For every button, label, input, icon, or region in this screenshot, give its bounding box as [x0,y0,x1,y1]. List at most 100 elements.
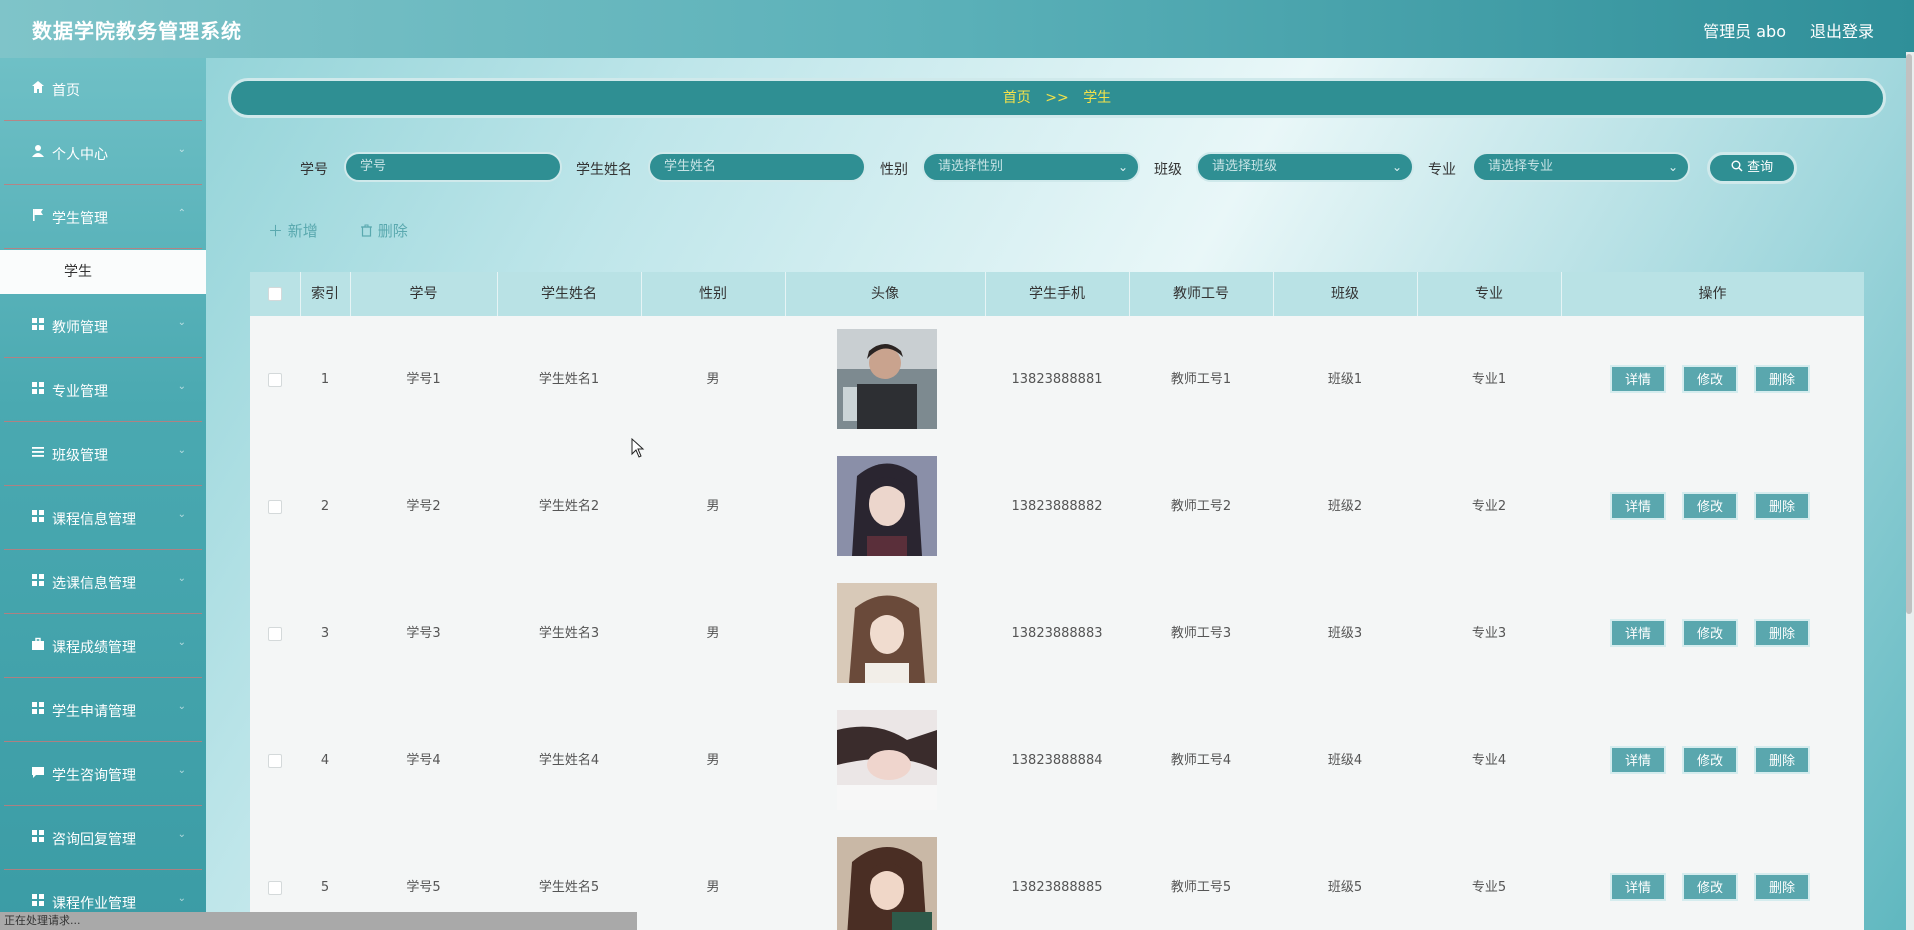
top-bar: 数据学院教务管理系统 管理员 abo 退出登录 [0,0,1914,58]
row-checkbox[interactable] [268,373,282,387]
avatar[interactable] [837,329,937,429]
detail-button[interactable]: 详情 [1610,492,1666,520]
cell-student-no: 学号1 [406,372,441,387]
batch-delete-label: 删除 [377,222,408,240]
table-row: 3 学号3 学生姓名3 男 13823888883 教师工号3 班级3 专业3 … [250,570,1864,697]
delete-button[interactable]: 删除 [1754,873,1810,901]
header-select-all-cell [250,272,301,316]
sidebar-item-student-application-management[interactable]: 学生申请管理 ⌄ [4,679,202,742]
sidebar-item-label: 选课信息管理 [52,576,136,592]
cell-class: 班级5 [1327,880,1363,895]
logout-link[interactable]: 退出登录 [1810,18,1874,42]
row-checkbox[interactable] [268,500,282,514]
admin-label: 管理员 abo [1703,22,1786,41]
select-all-checkbox[interactable] [268,287,282,301]
search-icon [1731,160,1747,175]
sidebar-item-major-management[interactable]: 专业管理 ⌄ [4,359,202,422]
row-checkbox[interactable] [268,627,282,641]
sidebar-item-label: 教师管理 [52,320,108,336]
chevron-down-icon: ⌄ [177,701,186,712]
batch-delete-button[interactable]: 删除 [360,220,408,241]
header-gender: 性别 [641,272,786,316]
sidebar-item-personal-center[interactable]: 个人中心 ⌄ [4,122,202,185]
student-no-input[interactable]: 学号 [344,152,562,182]
briefcase-icon [30,637,46,653]
major-select-value: 请选择专业 [1488,159,1554,174]
sidebar-item-course-selection-management[interactable]: 选课信息管理 ⌄ [4,551,202,614]
class-select-value: 请选择班级 [1212,159,1278,174]
cell-student-name: 学生姓名3 [538,626,600,641]
chevron-down-icon: ⌄ [1667,160,1678,174]
chevron-down-icon: ⌄ [177,893,186,904]
cell-phone: 13823888881 [1011,372,1103,387]
major-select[interactable]: 请选择专业 ⌄ [1472,152,1690,182]
student-name-input[interactable]: 学生姓名 [648,152,866,182]
cell-index: 1 [320,372,330,387]
cell-index: 3 [320,626,330,641]
scrollbar-thumb[interactable] [1906,54,1912,614]
app-title: 数据学院教务管理系统 [32,19,242,43]
table-row: 2 学号2 学生姓名2 男 13823888882 教师工号2 班级2 专业2 … [250,443,1864,570]
sidebar-item-consultation-reply-management[interactable]: 咨询回复管理 ⌄ [4,807,202,870]
class-label: 班级 [1154,162,1182,178]
sidebar-item-label: 学生申请管理 [52,704,136,720]
sidebar-item-label: 课程成绩管理 [52,640,136,656]
chevron-down-icon: ⌄ [177,637,186,648]
class-select[interactable]: 请选择班级 ⌄ [1196,152,1414,182]
trash-icon [360,222,378,240]
gender-select-value: 请选择性别 [938,159,1004,174]
cell-major: 专业2 [1471,499,1507,514]
edit-button[interactable]: 修改 [1682,746,1738,774]
delete-button[interactable]: 删除 [1754,619,1810,647]
detail-button[interactable]: 详情 [1610,746,1666,774]
query-button[interactable]: 查询 [1707,152,1797,184]
delete-button[interactable]: 删除 [1754,365,1810,393]
header-student-name: 学生姓名 [497,272,642,316]
detail-button[interactable]: 详情 [1610,619,1666,647]
cell-student-no: 学号3 [406,626,441,641]
row-checkbox[interactable] [268,754,282,768]
sidebar-item-label: 咨询回复管理 [52,832,136,848]
edit-button[interactable]: 修改 [1682,873,1738,901]
grid-icon [30,701,46,717]
search-bar: 学号 学号 学生姓名 学生姓名 性别 请选择性别 ⌄ 班级 请选择班级 ⌄ 专业… [206,150,1914,186]
sidebar-item-course-info-management[interactable]: 课程信息管理 ⌄ [4,487,202,550]
cell-index: 2 [320,499,330,514]
header-avatar: 头像 [785,272,986,316]
chevron-down-icon: ⌄ [177,509,186,520]
cell-gender: 男 [706,880,720,895]
sidebar-item-label: 专业管理 [52,384,108,400]
gender-select[interactable]: 请选择性别 ⌄ [922,152,1140,182]
row-checkbox[interactable] [268,881,282,895]
mouse-cursor-icon [631,438,645,458]
cell-gender: 男 [706,372,720,387]
table-row: 1 学号1 学生姓名1 男 13823888881 教师工号1 班级1 专业1 … [250,316,1864,443]
sidebar-item-course-grade-management[interactable]: 课程成绩管理 ⌄ [4,615,202,678]
sidebar-item-class-management[interactable]: 班级管理 ⌄ [4,423,202,486]
sidebar-subitem-student[interactable]: 学生 [0,250,206,294]
avatar[interactable] [837,710,937,810]
edit-button[interactable]: 修改 [1682,619,1738,647]
detail-button[interactable]: 详情 [1610,873,1666,901]
cell-teacher-no: 教师工号1 [1170,372,1232,387]
sidebar-item-student-management[interactable]: 学生管理 ⌃ [4,186,202,249]
breadcrumb-separator: >> [1045,90,1069,106]
edit-button[interactable]: 修改 [1682,365,1738,393]
delete-button[interactable]: 删除 [1754,492,1810,520]
avatar[interactable] [837,456,937,556]
breadcrumb: 首页 >> 学生 [228,78,1886,118]
cell-class: 班级3 [1327,626,1363,641]
page-scrollbar[interactable] [1906,52,1914,930]
sidebar-item-student-consultation-management[interactable]: 学生咨询管理 ⌄ [4,743,202,806]
breadcrumb-home[interactable]: 首页 [1003,90,1031,106]
edit-button[interactable]: 修改 [1682,492,1738,520]
avatar[interactable] [837,583,937,683]
detail-button[interactable]: 详情 [1610,365,1666,393]
sidebar-item-teacher-management[interactable]: 教师管理 ⌄ [4,295,202,358]
delete-button[interactable]: 删除 [1754,746,1810,774]
sidebar: 首页 个人中心 ⌄ 学生管理 ⌃ 学生 教师管理 ⌄ 专业管理 ⌄ 班级管理 ⌄ [0,58,206,930]
header-major: 专业 [1417,272,1562,316]
sidebar-item-home[interactable]: 首页 [4,58,202,121]
add-button[interactable]: ＋ 新增 [268,220,318,241]
avatar[interactable] [837,837,937,930]
